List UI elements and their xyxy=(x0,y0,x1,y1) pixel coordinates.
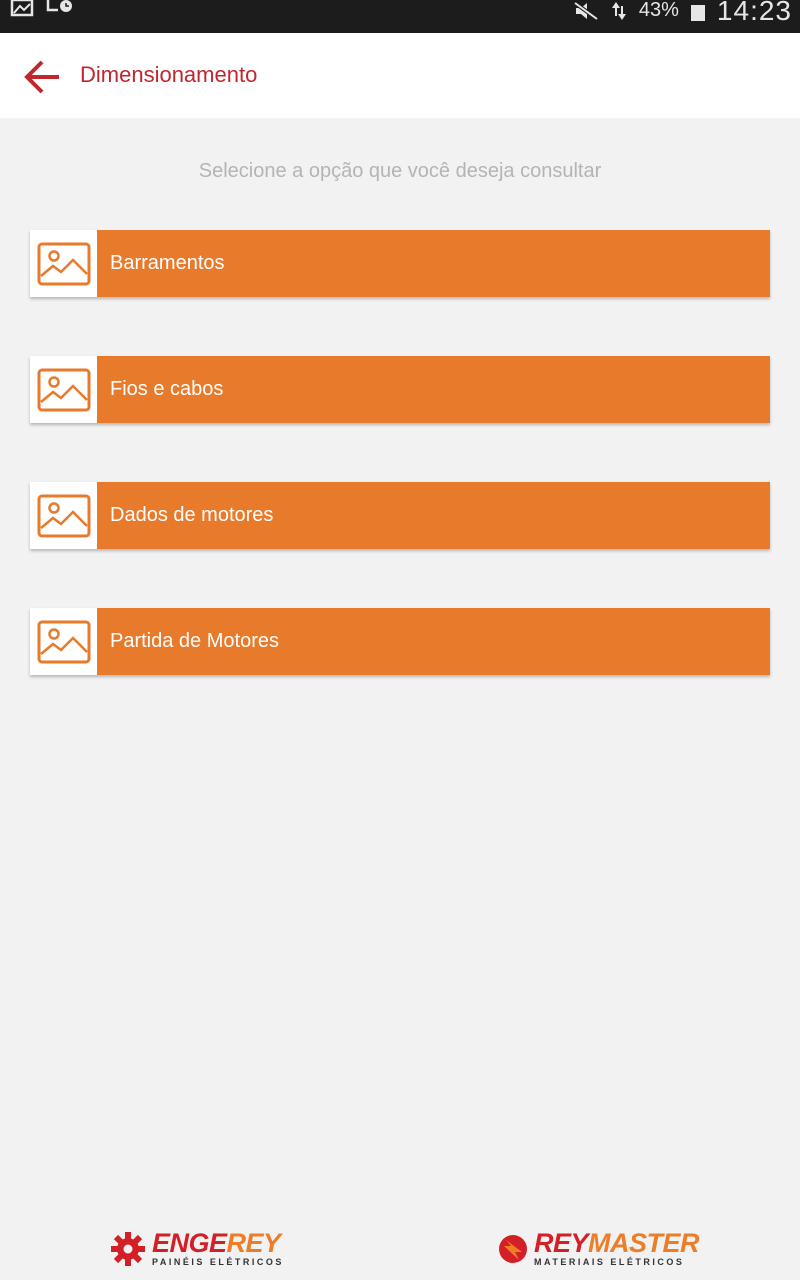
menu-item-thumbnail xyxy=(30,356,97,423)
clock: 14:23 xyxy=(716,0,792,26)
menu-item-partida-de-motores[interactable]: Partida de Motores xyxy=(30,608,770,675)
menu-item-label: Barramentos xyxy=(97,230,770,297)
engerey-brand: ENGEREY xyxy=(152,1228,281,1258)
menu-item-thumbnail xyxy=(30,230,97,297)
app-bar: Dimensionamento xyxy=(0,33,800,118)
gear-icon xyxy=(111,1231,145,1266)
reymaster-logo: REYMASTER MATERIAIS ELÉTRICOS xyxy=(498,1228,700,1267)
image-placeholder-icon xyxy=(37,494,90,537)
engerey-logo: ENGEREY PAINÉIS ELÉTRICOS xyxy=(110,1230,284,1267)
reymaster-emblem-icon xyxy=(499,1234,527,1263)
data-transfer-icon xyxy=(611,1,626,20)
status-left-icons xyxy=(10,0,74,33)
menu-item-label: Fios e cabos xyxy=(97,356,770,423)
battery-icon xyxy=(690,4,705,21)
options-menu: Barramentos Fios e cabos Dados de motore… xyxy=(30,230,770,734)
arrow-back-icon xyxy=(24,60,59,94)
menu-item-barramentos[interactable]: Barramentos xyxy=(30,230,770,297)
instructions-text: Selecione a opção que você deseja consul… xyxy=(198,160,602,182)
alarm-notification-icon xyxy=(46,0,72,12)
image-placeholder-icon xyxy=(37,368,90,411)
battery-percent: 43% xyxy=(638,0,679,21)
menu-item-label: Partida de Motores xyxy=(97,608,770,675)
menu-item-dados-de-motores[interactable]: Dados de motores xyxy=(30,482,770,549)
back-button[interactable] xyxy=(22,57,62,97)
engerey-tagline: PAINÉIS ELÉTRICOS xyxy=(152,1257,284,1267)
menu-item-fios-e-cabos[interactable]: Fios e cabos xyxy=(30,356,770,423)
menu-item-thumbnail xyxy=(30,608,97,675)
reymaster-brand: REYMASTER xyxy=(534,1228,700,1258)
image-placeholder-icon xyxy=(37,242,90,285)
page-title: Dimensionamento xyxy=(80,62,258,87)
footer: ENGEREY PAINÉIS ELÉTRICOS REYMASTER MATE… xyxy=(0,1220,800,1280)
menu-item-thumbnail xyxy=(30,482,97,549)
reymaster-tagline: MATERIAIS ELÉTRICOS xyxy=(534,1257,685,1267)
menu-item-label: Dados de motores xyxy=(97,482,770,549)
status-right-area: 43% 14:23 xyxy=(573,0,792,27)
mute-icon xyxy=(573,0,599,21)
status-bar: 43% 14:23 xyxy=(0,0,800,33)
image-placeholder-icon xyxy=(37,620,90,663)
gallery-notification-icon xyxy=(10,0,34,17)
